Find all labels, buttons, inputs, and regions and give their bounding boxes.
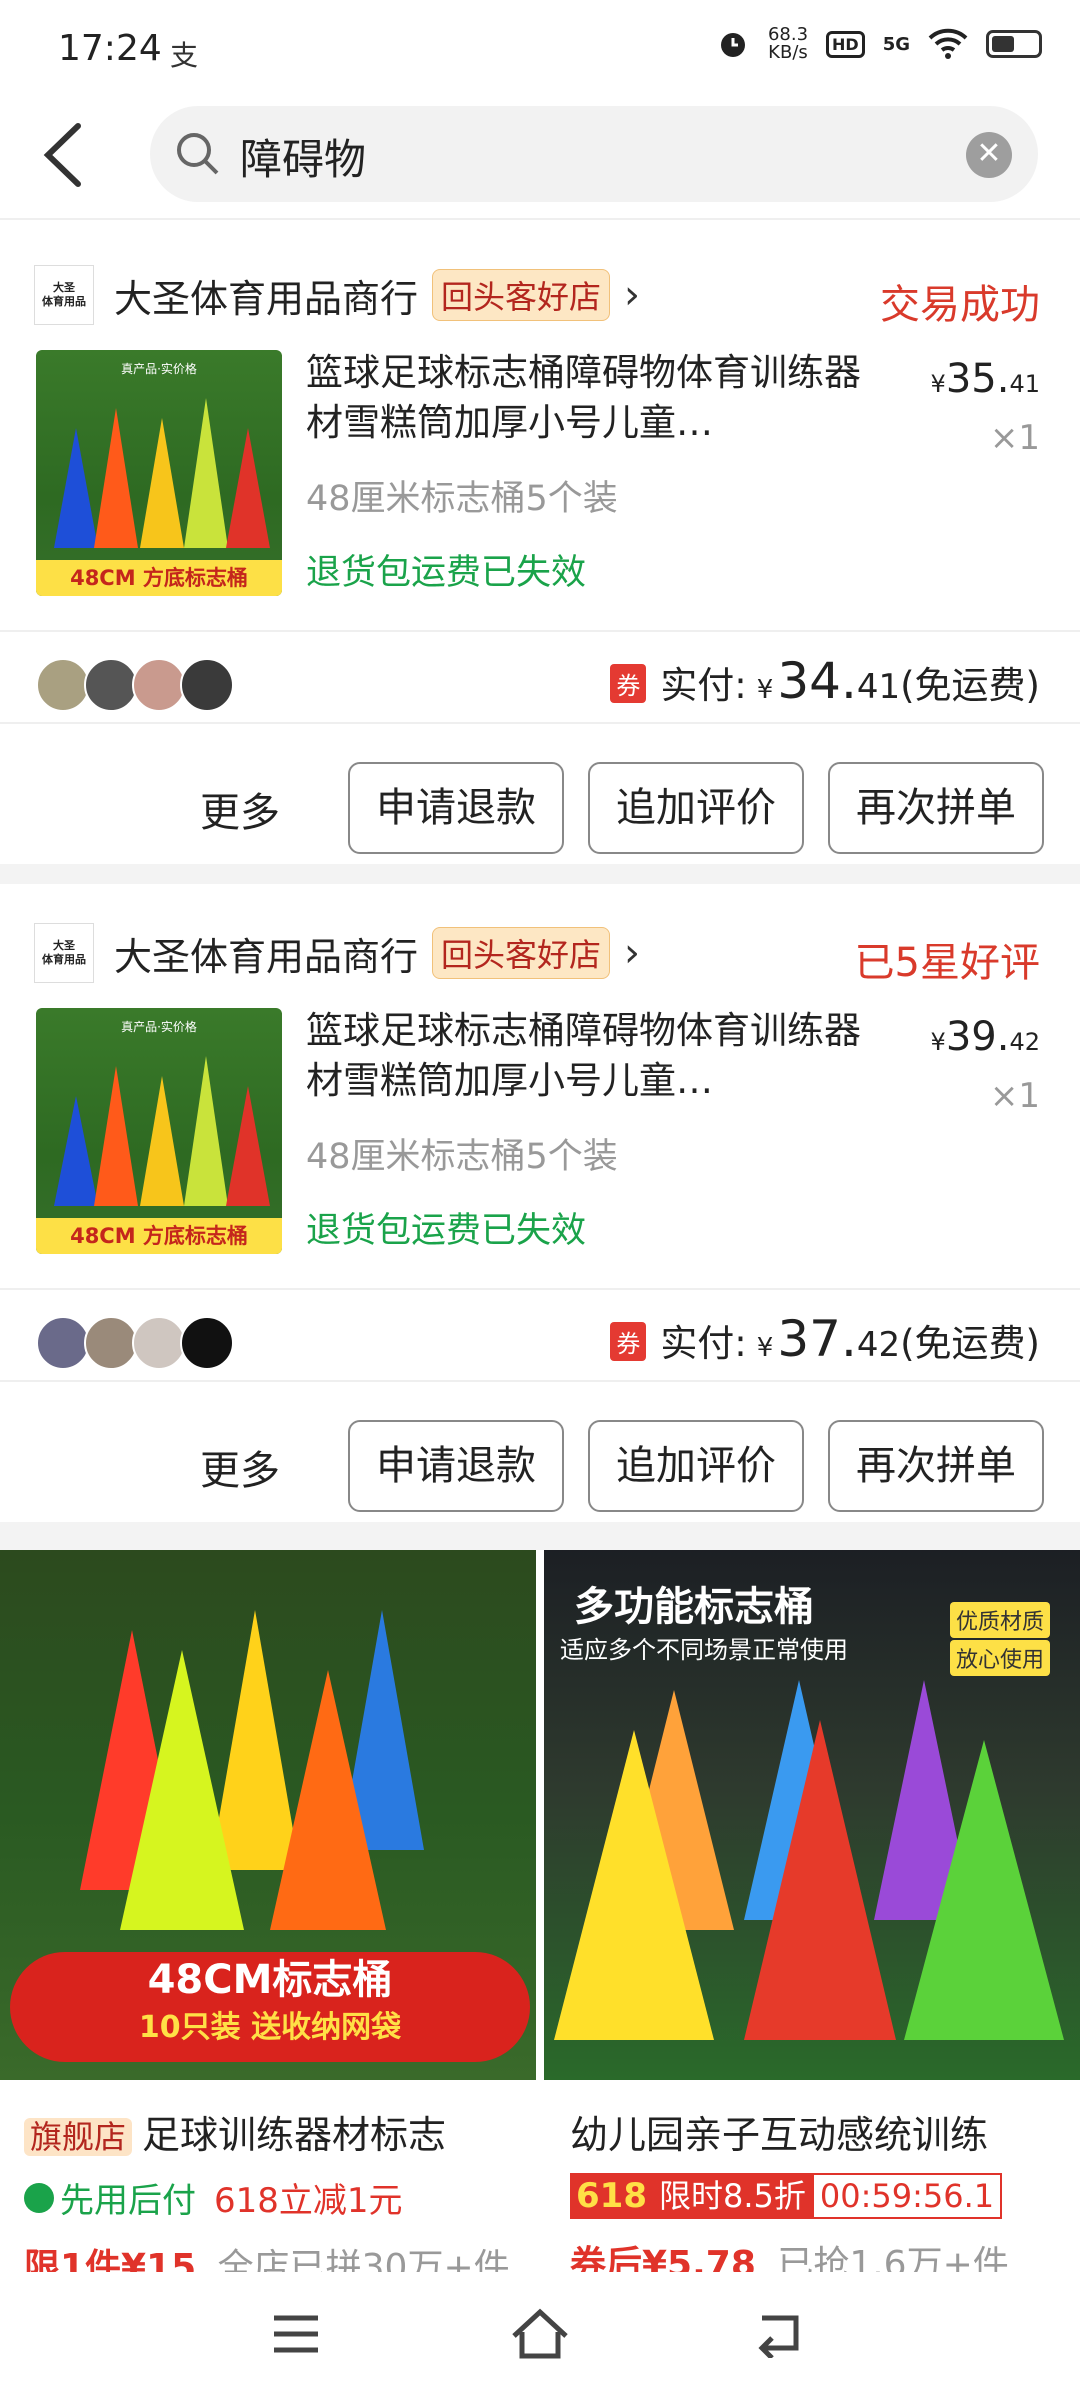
quantity: ×1 — [989, 1076, 1040, 1116]
search-header: 障碍物 ✕ — [0, 100, 1080, 220]
clear-icon[interactable]: ✕ — [966, 132, 1012, 178]
add-review-button[interactable]: 追加评价 — [588, 762, 804, 854]
chevron-right-icon[interactable]: › — [624, 272, 640, 318]
return-note: 退货包运费已失效 — [306, 553, 587, 593]
reorder-button[interactable]: 再次拼单 — [828, 762, 1044, 854]
reorder-button[interactable]: 再次拼单 — [828, 1420, 1044, 1512]
status-bar: 17:24 支 68.3 KB/s HD 5G — [0, 0, 1080, 100]
discount-tag: 618立减1元 — [214, 2181, 403, 2221]
order-status: 交易成功 — [880, 282, 1040, 328]
avatar — [132, 1316, 186, 1370]
avatar — [132, 658, 186, 712]
search-icon — [177, 133, 219, 175]
product-image[interactable]: 真产品·实价格 48CM 方底标志桶 — [36, 350, 282, 596]
shop-name[interactable]: 大圣体育用品商行 — [114, 268, 418, 323]
hd-icon: HD — [826, 30, 865, 58]
back-arrow-icon[interactable] — [36, 120, 96, 190]
product-image[interactable]: 真产品·实价格 48CM 方底标志桶 — [36, 1008, 282, 1254]
avatar — [84, 658, 138, 712]
product-spec: 48厘米标志桶5个装 — [306, 479, 618, 519]
avatar — [36, 658, 90, 712]
recommend-title[interactable]: 足球训练器材标志 — [142, 2113, 446, 2157]
shop-name[interactable]: 大圣体育用品商行 — [114, 926, 418, 981]
search-bar[interactable]: 障碍物 ✕ — [150, 106, 1038, 202]
pay-later-tag: 先用后付 — [60, 2181, 196, 2221]
return-note: 退货包运费已失效 — [306, 1211, 587, 1251]
alarm-icon — [720, 33, 745, 57]
more-button[interactable]: 更多 — [200, 1438, 280, 1496]
recommend-info[interactable]: 幼儿园亲子互动感统训练 618 限时8.5折 00:59:56.1 券后¥5.7… — [570, 2104, 1070, 2287]
search-input[interactable]: 障碍物 — [240, 126, 366, 187]
recommend-title[interactable]: 幼儿园亲子互动感统训练 — [570, 2104, 1070, 2159]
shop-badge: 回头客好店 — [432, 269, 611, 321]
product-title[interactable]: 篮球足球标志桶障碍物体育训练器材雪糕筒加厚小号儿童… — [306, 348, 866, 448]
pay-later-icon — [24, 2182, 54, 2213]
menu-icon[interactable] — [270, 2312, 322, 2356]
order-card: 大圣 体育用品 大圣体育用品商行 回头客好店 › 已5星好评 真产品·实价格 48… — [0, 896, 1080, 1536]
product-image[interactable]: 48CM标志桶 10只装 送收纳网袋 — [0, 1550, 536, 2080]
unit-price: ¥35.41 — [930, 356, 1040, 402]
promo-discount: 限时8.5折 — [652, 2173, 812, 2219]
back-icon[interactable] — [754, 2310, 806, 2358]
buyer-avatars — [36, 1316, 234, 1370]
coupon-icon: 券 — [610, 664, 647, 703]
shop-header[interactable]: 大圣 体育用品 大圣体育用品商行 回头客好店 › — [34, 920, 640, 986]
promo-618: 618 — [570, 2173, 653, 2219]
countdown: 00:59:56.1 — [811, 2173, 1003, 2219]
add-review-button[interactable]: 追加评价 — [588, 1420, 804, 1512]
avatar — [180, 658, 234, 712]
alipay-icon: 支 — [170, 39, 199, 72]
shop-logo: 大圣 体育用品 — [34, 265, 94, 325]
product-image[interactable]: 多功能标志桶 适应多个不同场景正常使用 优质材质 放心使用 — [544, 1550, 1080, 2080]
more-button[interactable]: 更多 — [200, 780, 280, 838]
unit-price: ¥39.42 — [930, 1014, 1040, 1060]
order-card: 大圣 体育用品 大圣体育用品商行 回头客好店 › 交易成功 真产品·实价格 48C… — [0, 238, 1080, 878]
refund-button[interactable]: 申请退款 — [348, 1420, 564, 1512]
paid-amount: 券 实付: ¥34. 41 (免运费) — [610, 652, 1040, 710]
network-speed: 68.3 KB/s — [767, 24, 809, 63]
flagship-badge: 旗舰店 — [24, 2118, 133, 2156]
avatar — [180, 1316, 234, 1370]
chevron-right-icon[interactable]: › — [624, 930, 640, 976]
recommend-card[interactable]: 48CM标志桶 10只装 送收纳网袋 — [0, 1550, 536, 2110]
buyer-avatars — [36, 658, 234, 712]
coupon-icon: 券 — [610, 1322, 647, 1361]
quantity: ×1 — [989, 418, 1040, 458]
avatar — [84, 1316, 138, 1370]
product-spec: 48厘米标志桶5个装 — [306, 1137, 618, 1177]
shop-header[interactable]: 大圣 体育用品 大圣体育用品商行 回头客好店 › — [34, 262, 640, 328]
order-status: 已5星好评 — [854, 940, 1040, 986]
home-icon[interactable] — [508, 2306, 572, 2362]
wifi-icon — [928, 28, 968, 59]
shop-badge: 回头客好店 — [432, 927, 611, 979]
recommend-card[interactable]: 多功能标志桶 适应多个不同场景正常使用 优质材质 放心使用 — [544, 1550, 1080, 2110]
system-nav-bar — [0, 2272, 1080, 2400]
product-title[interactable]: 篮球足球标志桶障碍物体育训练器材雪糕筒加厚小号儿童… — [306, 1006, 866, 1106]
battery-icon — [986, 30, 1042, 58]
signal-5g-icon: 5G — [882, 33, 910, 55]
recommend-info[interactable]: 旗舰店 足球训练器材标志 先用后付 618立减1元 限1件¥15 全店已拼30万+… — [24, 2104, 534, 2290]
clock: 17:24 — [58, 28, 162, 69]
avatar — [36, 1316, 90, 1370]
shop-logo: 大圣 体育用品 — [34, 923, 94, 983]
refund-button[interactable]: 申请退款 — [348, 762, 564, 854]
paid-amount: 券 实付: ¥37. 42 (免运费) — [610, 1310, 1040, 1368]
